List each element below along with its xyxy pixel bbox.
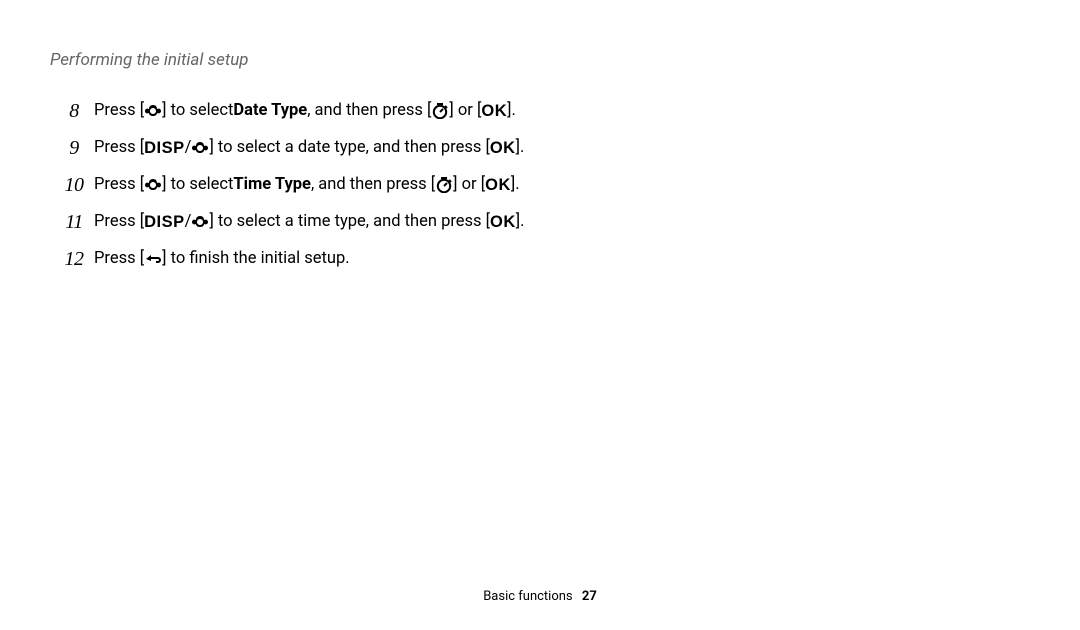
step-number: 8: [60, 98, 88, 125]
step-item: 10 Press [] to select Time Type, and then…: [60, 172, 1030, 199]
ok-label: OK: [490, 211, 516, 233]
step-number: 11: [60, 209, 88, 236]
ok-label: OK: [481, 100, 507, 122]
macro-icon: [191, 214, 209, 230]
bold-term: Time Type: [233, 174, 311, 196]
step-item: 11 Press [DISP/] to select a time type, a…: [60, 209, 1030, 236]
disp-label: DISP: [144, 137, 185, 159]
step-number: 9: [60, 135, 88, 162]
step-item: 12 Press [] to finish the initial setup.: [60, 246, 1030, 273]
footer-section: Basic functions: [483, 589, 572, 604]
ok-label: OK: [485, 174, 511, 196]
step-text: Press [DISP/] to select a time type, and…: [94, 211, 525, 233]
step-text: Press [DISP/] to select a date type, and…: [94, 137, 524, 159]
macro-icon: [191, 140, 209, 156]
step-number: 12: [60, 246, 88, 273]
page-title: Performing the initial setup: [50, 50, 1030, 70]
bold-term: Date Type: [233, 100, 307, 122]
step-item: 9 Press [DISP/] to select a date type, an…: [60, 135, 1030, 162]
macro-icon: [144, 103, 162, 119]
disp-label: DISP: [144, 211, 185, 233]
steps-list: 8 Press [] to select Date Type, and then …: [50, 98, 1030, 273]
ok-label: OK: [490, 137, 516, 159]
macro-icon: [144, 177, 162, 193]
self-timer-icon: [431, 103, 449, 119]
self-timer-icon: [435, 177, 453, 193]
footer-page-number: 27: [582, 589, 597, 604]
step-item: 8 Press [] to select Date Type, and then …: [60, 98, 1030, 125]
back-icon: [144, 251, 162, 267]
step-text: Press [] to select Date Type, and then p…: [94, 100, 516, 122]
step-text: Press [] to finish the initial setup.: [94, 248, 350, 270]
step-number: 10: [60, 172, 88, 199]
page-footer: Basic functions 27: [0, 589, 1080, 604]
step-text: Press [] to select Time Type, and then p…: [94, 174, 520, 196]
